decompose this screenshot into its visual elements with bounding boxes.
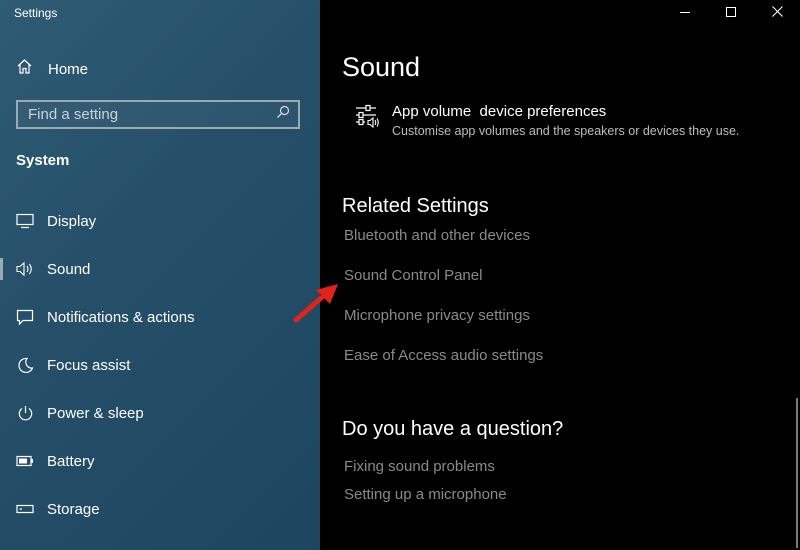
maximize-icon	[726, 4, 736, 22]
fixing-sound-problems-link[interactable]: Fixing sound problems	[344, 458, 495, 475]
section-title: System	[16, 152, 70, 169]
sound-control-panel-link[interactable]: Sound Control Panel	[344, 267, 482, 284]
question-heading: Do you have a question?	[342, 418, 564, 440]
storage-icon	[16, 500, 34, 518]
sidebar-item-notifications[interactable]: Notifications & actions	[0, 302, 320, 332]
power-icon	[16, 404, 34, 422]
mixer-icon	[354, 104, 382, 135]
sidebar-item-label: Power & sleep	[47, 404, 144, 422]
minimize-icon	[680, 4, 690, 22]
maximize-button[interactable]	[708, 0, 754, 26]
sidebar-item-sound[interactable]: Sound	[0, 254, 320, 284]
home-nav-item[interactable]: Home	[16, 58, 88, 80]
search-box[interactable]	[16, 100, 300, 129]
scrollbar[interactable]	[796, 398, 798, 548]
notification-icon	[16, 308, 34, 326]
app-volume-title: App volume device preferences	[392, 103, 607, 120]
home-label: Home	[48, 60, 89, 78]
home-icon	[16, 58, 33, 80]
app-volume-description: Customise app volumes and the speakers o…	[392, 124, 740, 138]
setting-up-microphone-link[interactable]: Setting up a microphone	[344, 486, 507, 503]
sidebar-item-storage[interactable]: Storage	[0, 494, 320, 524]
sidebar-item-label: Notifications & actions	[47, 308, 195, 326]
minimize-button[interactable]	[662, 0, 708, 26]
microphone-privacy-link[interactable]: Microphone privacy settings	[344, 307, 530, 324]
sidebar-item-battery[interactable]: Battery	[0, 446, 320, 476]
main-content: Sound App volume device preferences Cust…	[320, 0, 800, 550]
battery-icon	[16, 452, 34, 470]
ease-of-access-audio-link[interactable]: Ease of Access audio settings	[344, 347, 543, 364]
sidebar: Settings Home System Display Sound Notif…	[0, 0, 320, 550]
sidebar-item-focus-assist[interactable]: Focus assist	[0, 350, 320, 380]
page-title: Sound	[342, 52, 421, 82]
app-title: Settings	[14, 6, 58, 20]
sidebar-item-label: Sound	[47, 260, 91, 278]
search-icon[interactable]	[276, 105, 290, 124]
sidebar-item-label: Display	[47, 212, 97, 230]
sidebar-item-label: Storage	[47, 500, 100, 518]
sidebar-item-label: Focus assist	[47, 356, 131, 374]
close-button[interactable]	[754, 0, 800, 26]
sidebar-item-label: Battery	[47, 452, 95, 470]
search-input[interactable]	[28, 106, 268, 123]
close-icon	[771, 4, 783, 22]
bluetooth-devices-link[interactable]: Bluetooth and other devices	[344, 227, 530, 244]
related-settings-heading: Related Settings	[342, 195, 489, 217]
sidebar-item-display[interactable]: Display	[0, 206, 320, 236]
speaker-icon	[16, 260, 34, 278]
display-icon	[16, 212, 34, 230]
sidebar-item-power-sleep[interactable]: Power & sleep	[0, 398, 320, 428]
moon-icon	[16, 356, 34, 374]
red-arrow-annotation	[290, 280, 340, 331]
